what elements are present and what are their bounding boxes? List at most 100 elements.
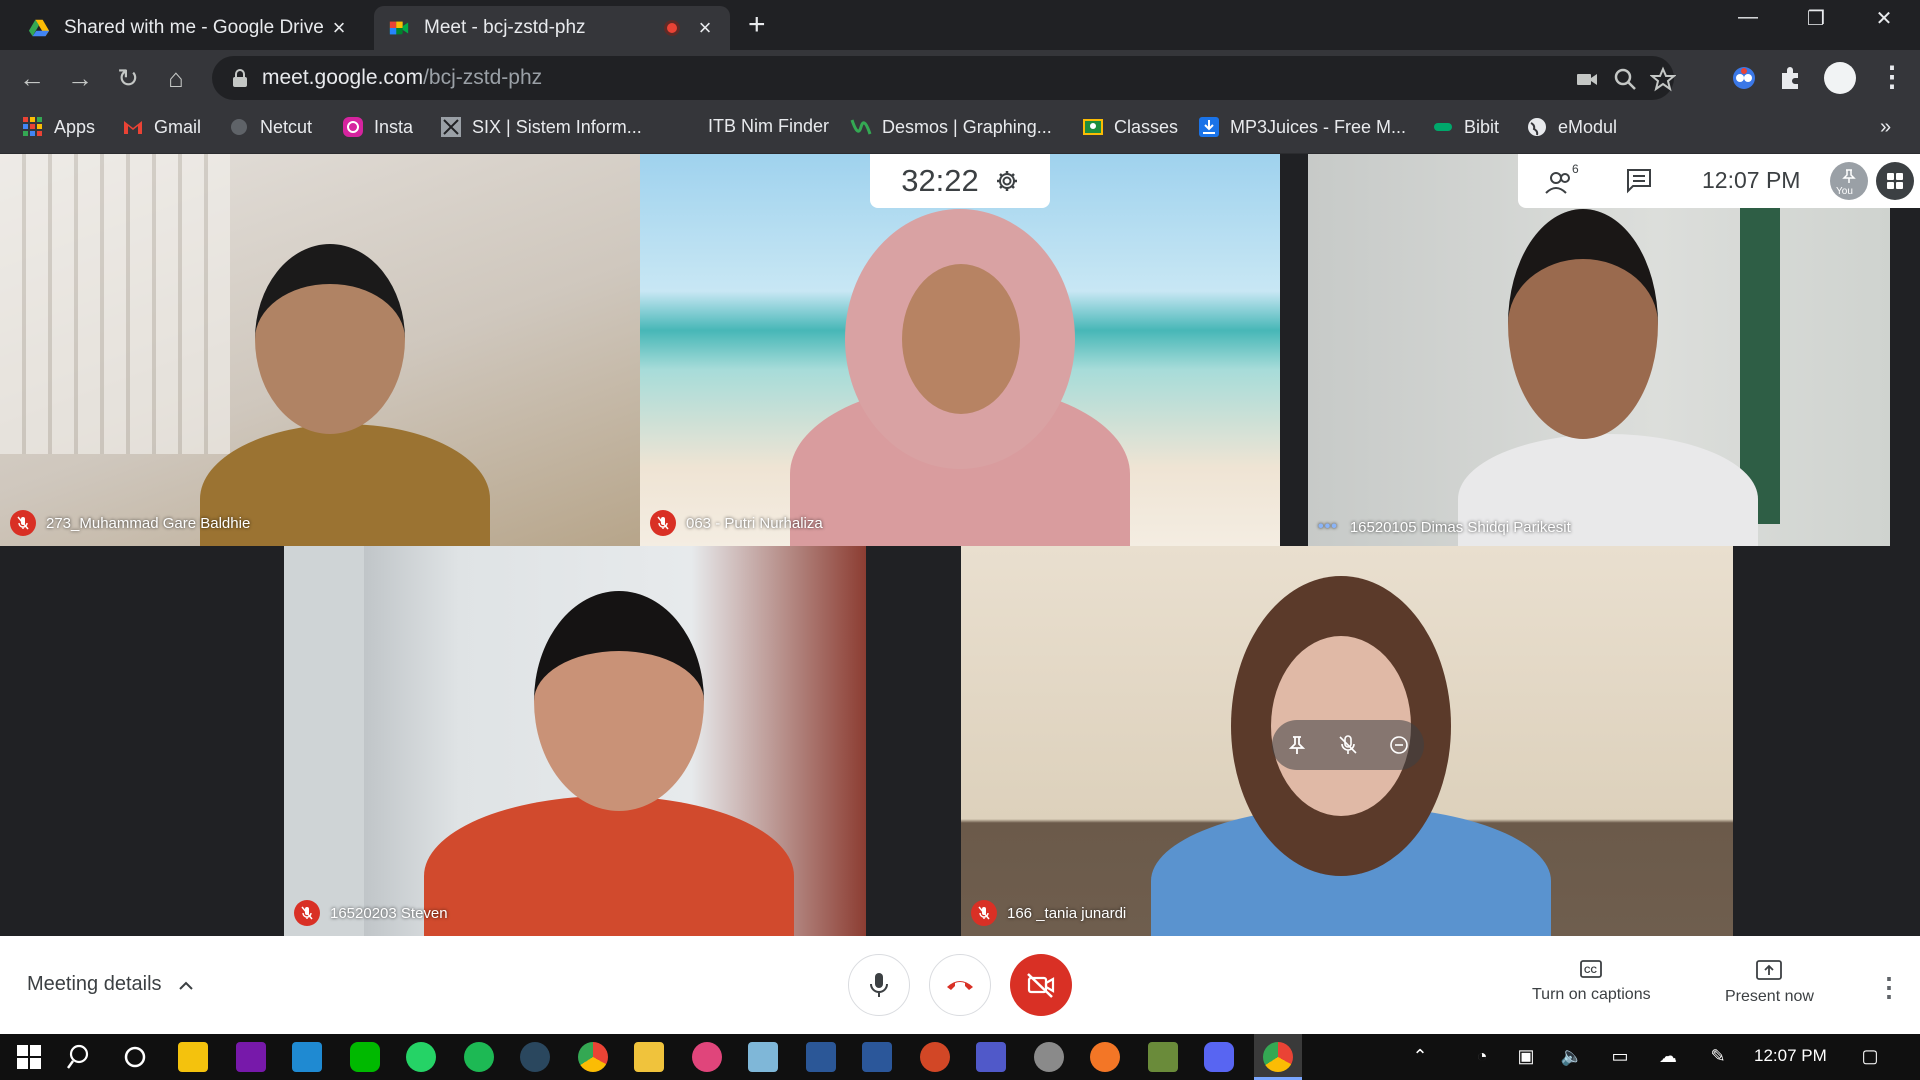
participant-body: [424, 796, 794, 936]
bookmark-desmos[interactable]: Desmos | Graphing...: [850, 116, 1052, 138]
participant-tile[interactable]: 16520203 Steven: [284, 546, 866, 936]
participant-tile[interactable]: ••• 16520105 Dimas Shidqi Parikesit: [1308, 154, 1890, 546]
pin-icon: [1842, 169, 1856, 183]
bookmark-emodul[interactable]: eModul: [1526, 116, 1617, 138]
pen-icon[interactable]: ✎: [1706, 1046, 1730, 1067]
search-icon[interactable]: [66, 1042, 96, 1072]
volume-icon[interactable]: 🔈: [1560, 1046, 1584, 1067]
close-tab-icon[interactable]: ×: [328, 15, 350, 41]
google-meet-icon: [389, 21, 409, 35]
meeting-details-button[interactable]: Meeting details: [27, 973, 194, 996]
layout-button[interactable]: [1876, 162, 1914, 200]
participant-tile[interactable]: 273_Muhammad Gare Baldhie: [0, 154, 640, 546]
tile-hover-controls: [1272, 720, 1424, 770]
word-icon[interactable]: [862, 1042, 892, 1072]
bookmark-label: Classes: [1114, 116, 1179, 137]
chrome-menu-icon[interactable]: ⋮: [1878, 60, 1906, 93]
instagram-icon: [343, 117, 363, 137]
back-icon[interactable]: ←: [16, 62, 48, 94]
grid-layout-icon: [1887, 173, 1903, 189]
participants-button[interactable]: 6: [1544, 162, 1579, 196]
close-window-icon[interactable]: ✕: [1864, 6, 1904, 31]
vscode-icon[interactable]: [292, 1042, 322, 1072]
chrome-icon[interactable]: [1263, 1042, 1293, 1072]
meeting-clock: 12:07 PM: [1702, 167, 1801, 193]
cortana-icon[interactable]: [120, 1042, 150, 1072]
participant-tile[interactable]: 063 - Putri Nurhaliza: [640, 154, 1280, 546]
address-bar[interactable]: meet.google.com/bcj-zstd-phz: [212, 56, 1676, 100]
six-icon: [441, 117, 461, 137]
whatsapp-icon[interactable]: [406, 1042, 436, 1072]
sticky-notes-icon[interactable]: [178, 1042, 208, 1072]
pin-icon[interactable]: [1286, 734, 1308, 756]
wifi-icon[interactable]: ◔: [1470, 1046, 1494, 1067]
profile-avatar[interactable]: [1824, 62, 1856, 94]
bookmark-itb-nim-finder[interactable]: ITB Nim Finder: [708, 116, 829, 137]
bookmark-gmail[interactable]: Gmail: [122, 116, 201, 138]
onenote-icon[interactable]: [236, 1042, 266, 1072]
dev-c-icon[interactable]: [806, 1042, 836, 1072]
more-bookmarks-icon[interactable]: »: [1880, 116, 1891, 139]
mic-off-icon: [294, 900, 320, 926]
onedrive-icon[interactable]: ☁: [1656, 1046, 1680, 1067]
restore-icon[interactable]: ❐: [1796, 6, 1836, 31]
bookmark-bibit[interactable]: Bibit: [1432, 116, 1499, 138]
powerpoint-icon[interactable]: [920, 1042, 950, 1072]
itunes-icon[interactable]: [692, 1042, 722, 1072]
discord-icon[interactable]: [1204, 1042, 1234, 1072]
present-now-button[interactable]: Present now: [1725, 960, 1814, 1006]
mute-participant-icon[interactable]: [1337, 734, 1359, 756]
teams-tray-icon[interactable]: ▣: [1514, 1046, 1538, 1067]
notifications-icon[interactable]: ▢: [1858, 1046, 1882, 1067]
bookmark-apps[interactable]: Apps: [22, 116, 95, 138]
tab-title: Shared with me - Google Drive: [64, 17, 324, 38]
tab-google-drive[interactable]: Shared with me - Google Drive ×: [14, 6, 364, 50]
bookmark-mp3juices[interactable]: MP3Juices - Free M...: [1198, 116, 1406, 138]
bookmark-netcut[interactable]: Netcut: [228, 116, 312, 138]
bookmark-six[interactable]: SIX | Sistem Inform...: [440, 116, 642, 138]
url-host: meet.google.com: [262, 66, 424, 89]
chrome-icon[interactable]: [578, 1042, 608, 1072]
bookmark-classes[interactable]: Classes: [1082, 116, 1178, 138]
camera-in-use-icon[interactable]: [1574, 66, 1600, 92]
remove-participant-icon[interactable]: [1388, 734, 1410, 756]
line-icon[interactable]: [350, 1042, 380, 1072]
notepad-icon[interactable]: [748, 1042, 778, 1072]
participant-name: 166 _tania junardi: [1007, 904, 1127, 922]
battery-icon[interactable]: ▭: [1608, 1046, 1632, 1067]
teams-icon[interactable]: [976, 1042, 1006, 1072]
minimize-icon[interactable]: —: [1728, 6, 1768, 29]
windows-start-icon[interactable]: [14, 1042, 44, 1072]
jupyter-icon[interactable]: [1090, 1042, 1120, 1072]
self-view-thumbnail[interactable]: You: [1830, 162, 1868, 200]
bookmark-insta[interactable]: Insta: [342, 116, 413, 138]
new-tab-button[interactable]: +: [748, 8, 766, 42]
close-tab-icon[interactable]: ×: [694, 15, 716, 41]
steam-icon[interactable]: [520, 1042, 550, 1072]
app-icon[interactable]: [1034, 1042, 1064, 1072]
zoom-icon[interactable]: [1612, 66, 1638, 92]
more-options-icon[interactable]: ⋮: [1876, 972, 1902, 1003]
speaking-indicator-icon: •••: [1318, 518, 1338, 535]
leave-call-button[interactable]: [929, 954, 991, 1016]
reload-icon[interactable]: ↻: [112, 62, 144, 94]
home-icon[interactable]: ⌂: [160, 62, 192, 94]
file-explorer-icon[interactable]: [634, 1042, 664, 1072]
extensions-puzzle-icon[interactable]: [1776, 64, 1804, 92]
forward-icon[interactable]: →: [64, 62, 96, 94]
mic-off-icon: [10, 510, 36, 536]
bookmark-star-icon[interactable]: [1650, 66, 1676, 92]
captions-button[interactable]: CC Turn on captions: [1532, 960, 1651, 1004]
microphone-button[interactable]: [848, 954, 910, 1016]
minecraft-icon[interactable]: [1148, 1042, 1178, 1072]
spotify-icon[interactable]: [464, 1042, 494, 1072]
chat-icon[interactable]: [1624, 166, 1654, 196]
bookmark-label: Bibit: [1464, 116, 1500, 137]
taskbar-clock: 12:07 PM: [1754, 1046, 1827, 1065]
chevron-up-icon[interactable]: ⌃: [1408, 1046, 1432, 1067]
extension-grammarly-icon[interactable]: [1730, 64, 1758, 92]
bookmark-label: Apps: [54, 116, 96, 137]
camera-off-button[interactable]: [1010, 954, 1072, 1016]
tab-meet[interactable]: Meet - bcj-zstd-phz ×: [374, 6, 730, 50]
settings-gear-icon[interactable]: [995, 169, 1019, 193]
